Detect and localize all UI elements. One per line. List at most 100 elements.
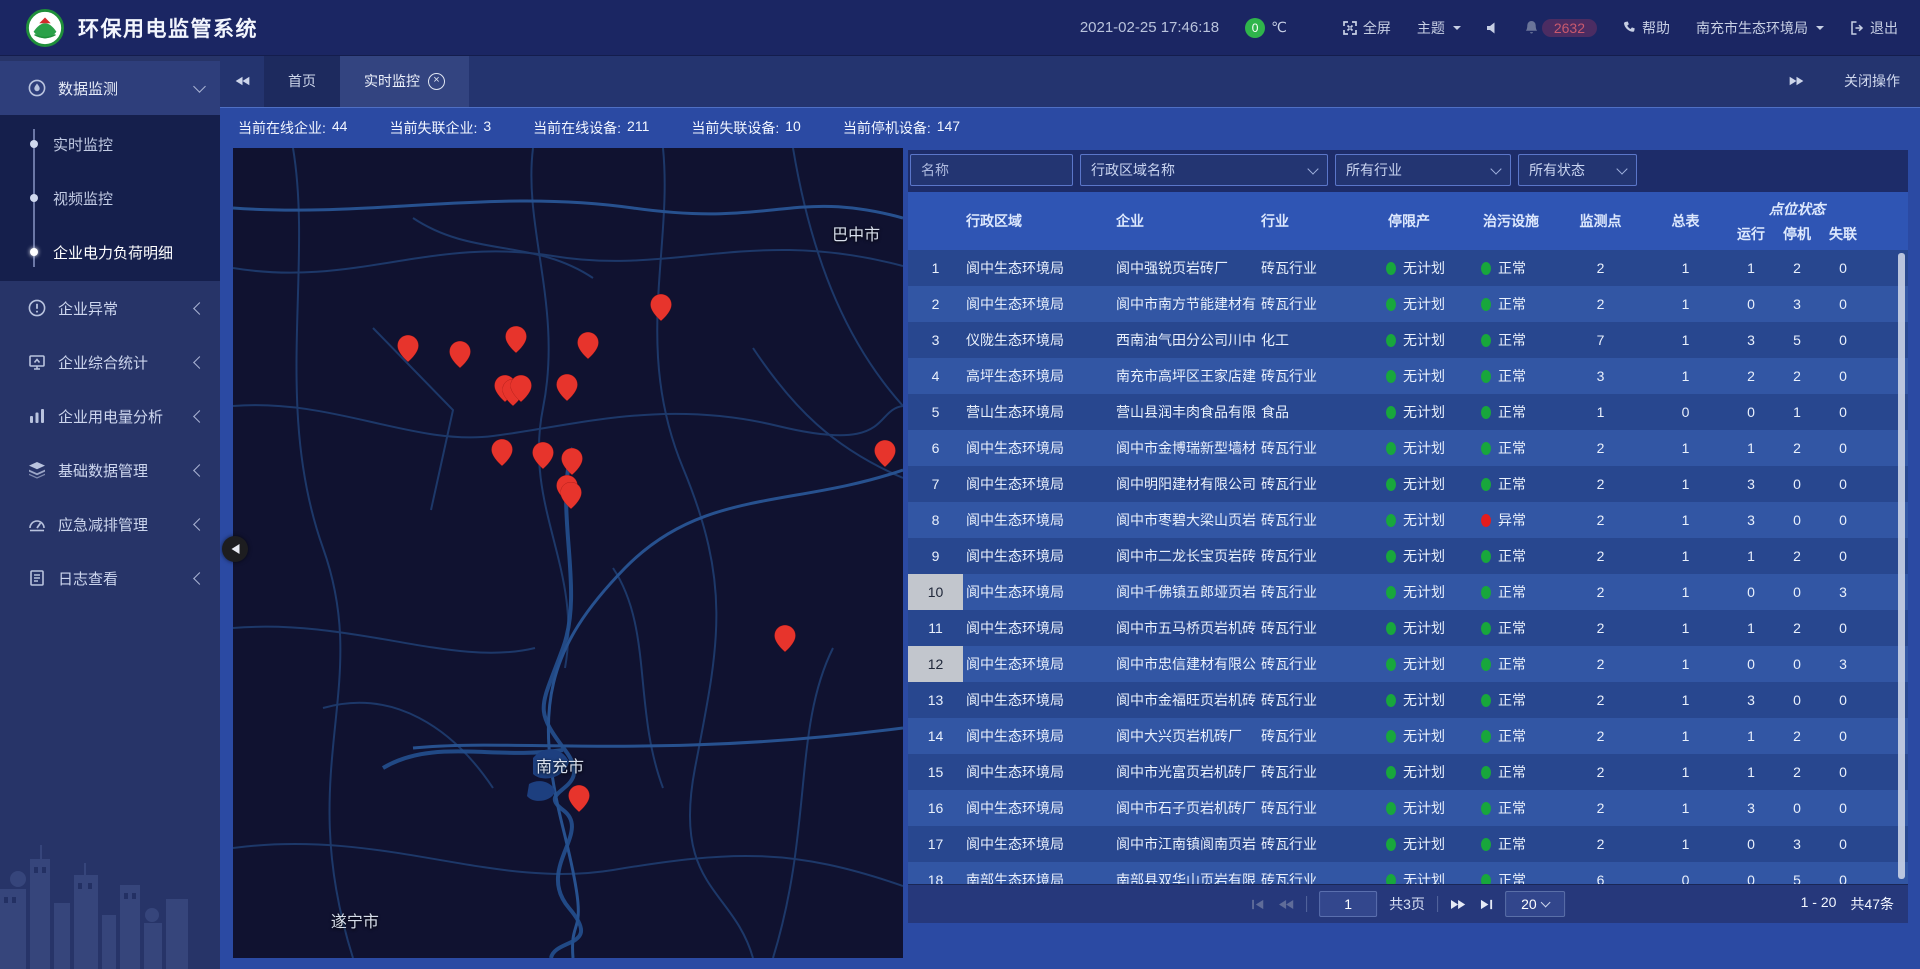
chevron-left-icon [193,410,206,423]
table-row[interactable]: 15阆中生态环境局阆中市光富页岩机砖厂砖瓦行业无计划正常21120 [908,754,1908,790]
org-dropdown[interactable]: 南充市生态环境局 [1696,18,1824,38]
cell-index: 9 [908,548,963,564]
cell-lost: 0 [1820,368,1866,384]
sidebar-subitem-power-load-detail[interactable]: 企业电力负荷明细 [0,225,220,279]
gauge-icon [28,79,46,97]
sidebar-item-label: 企业异常 [58,298,118,319]
sidebar-subitem-realtime-monitoring[interactable]: 实时监控 [0,117,220,171]
next-page-button[interactable] [1450,898,1466,911]
region-filter-select[interactable]: 行政区域名称 [1080,154,1328,186]
cell-region: 阆中生态环境局 [963,690,1113,710]
cell-index: 16 [908,800,963,816]
stat-value: 211 [627,118,649,138]
cell-halt: 0 [1774,692,1820,708]
map-pin-icon[interactable] [491,439,512,466]
map-pin-icon[interactable] [560,482,581,509]
map-pin-icon[interactable] [557,374,578,401]
collapse-map-button[interactable] [222,536,248,562]
prev-page-button[interactable] [1278,898,1294,911]
map-pin-icon[interactable] [874,440,895,467]
table-row[interactable]: 13阆中生态环境局阆中市金福旺页岩机砖砖瓦行业无计划正常21300 [908,682,1908,718]
industry-filter-select[interactable]: 所有行业 [1335,154,1511,186]
table-row[interactable]: 8阆中生态环境局阆中市枣碧大梁山页岩砖瓦行业无计划异常21300 [908,502,1908,538]
sidebar-item-emergency-reduction[interactable]: 应急减排管理 [0,497,220,551]
map-pin-icon[interactable] [775,625,796,652]
double-left-arrow-icon [234,75,251,87]
close-operations-button[interactable]: 关闭操作 [1844,71,1900,91]
map-pin-icon[interactable] [651,294,672,321]
table-row[interactable]: 6阆中生态环境局阆中市金博瑞新型墙材砖瓦行业无计划正常21120 [908,430,1908,466]
theme-dropdown[interactable]: 主题 [1417,18,1461,38]
table-row[interactable]: 7阆中生态环境局阆中明阳建材有限公司砖瓦行业无计划正常21300 [908,466,1908,502]
table-row[interactable]: 16阆中生态环境局阆中市石子页岩机砖厂砖瓦行业无计划正常21300 [908,790,1908,826]
cell-lost: 0 [1820,836,1866,852]
map-pin-icon[interactable] [533,442,554,469]
cell-total-meter: 1 [1643,368,1728,384]
table-row[interactable]: 4高坪生态环境局南充市高坪区王家店建砖瓦行业无计划正常31220 [908,358,1908,394]
tab-home[interactable]: 首页 [264,55,340,107]
table-row[interactable]: 12阆中生态环境局阆中市忠信建材有限公砖瓦行业无计划正常21003 [908,646,1908,682]
notifications-button[interactable]: 2632 [1525,19,1597,37]
table-row[interactable]: 9阆中生态环境局阆中市二龙长宝页岩砖砖瓦行业无计划正常21120 [908,538,1908,574]
close-tab-icon[interactable]: × [428,73,445,90]
page-size-select[interactable]: 20 [1505,891,1565,917]
sidebar-item-power-analysis[interactable]: 企业用电量分析 [0,389,220,443]
table-row[interactable]: 14阆中生态环境局阆中大兴页岩机砖厂砖瓦行业无计划正常21120 [908,718,1908,754]
table-row[interactable]: 18南部生态环境局南部县双华山页岩有限砖瓦行业无计划正常60050 [908,862,1908,884]
cell-enterprise: 阆中市忠信建材有限公 [1113,654,1258,674]
table-row[interactable]: 5营山生态环境局营山县润丰肉食品有限食品无计划正常10010 [908,394,1908,430]
map-pin-icon[interactable] [450,341,471,368]
map-pin-icon[interactable] [397,335,418,362]
first-page-button[interactable] [1251,898,1266,911]
status-dot-icon [1481,658,1491,671]
fullscreen-button[interactable]: 全屏 [1343,18,1391,38]
cell-halt: 0 [1774,584,1820,600]
timeline-dot [30,194,38,202]
sidebar-item-log-view[interactable]: 日志查看 [0,551,220,605]
stat-label: 当前在线设备: [533,118,621,138]
table-row[interactable]: 17阆中生态环境局阆中市江南镇阆南页岩砖瓦行业无计划正常21030 [908,826,1908,862]
logout-button[interactable]: 退出 [1850,18,1898,38]
tabs-scroll-right-button[interactable] [1774,75,1818,87]
sidebar-subitem-video-monitoring[interactable]: 视频监控 [0,171,220,225]
page-number-input[interactable]: 1 [1319,891,1377,917]
status-filter-select[interactable]: 所有状态 [1518,154,1637,186]
tab-realtime-monitoring[interactable]: 实时监控 × [340,55,469,107]
map-pin-icon[interactable] [505,326,526,353]
sidebar-item-data-monitoring[interactable]: 数据监测 [0,61,220,115]
cell-index: 7 [908,476,963,492]
table-row[interactable]: 10阆中生态环境局阆中千佛镇五郎垭页岩砖瓦行业无计划正常21003 [908,574,1908,610]
cell-total-meter: 1 [1643,728,1728,744]
cell-stop-plan: 无计划 [1378,582,1473,602]
map-pin-icon[interactable] [578,332,599,359]
cell-industry: 砖瓦行业 [1258,834,1378,854]
board-icon [28,353,46,371]
sidebar-item-base-data[interactable]: 基础数据管理 [0,443,220,497]
sidebar-item-label: 数据监测 [58,78,118,99]
table-row[interactable]: 1阆中生态环境局阆中强锐页岩砖厂砖瓦行业无计划正常21120 [908,250,1908,286]
cell-monitor-points: 2 [1558,764,1643,780]
table-row[interactable]: 2阆中生态环境局阆中市南方节能建材有砖瓦行业无计划正常21030 [908,286,1908,322]
header-halt: 停机 [1774,224,1820,244]
map-pin-icon[interactable] [568,785,589,812]
cell-stop-plan: 无计划 [1378,546,1473,566]
map-panel[interactable]: 巴中市南充市遂宁市 [233,148,903,958]
status-dot-icon [1481,370,1491,383]
mute-speaker-button[interactable] [1487,22,1499,34]
sidebar-item-enterprise-statistics[interactable]: 企业综合统计 [0,335,220,389]
sidebar-item-enterprise-abnormal[interactable]: 企业异常 [0,281,220,335]
name-filter-input[interactable] [910,154,1073,186]
last-page-button[interactable] [1478,898,1493,911]
table-row[interactable]: 3仪陇生态环境局西南油气田分公司川中化工无计划正常71350 [908,322,1908,358]
stat-item: 当前停机设备:147 [843,118,960,138]
table-scrollbar[interactable] [1898,253,1905,879]
tabs-scroll-left-button[interactable] [220,55,264,107]
map-pin-icon[interactable] [562,448,583,475]
cell-region: 阆中生态环境局 [963,798,1113,818]
help-button[interactable]: 帮助 [1623,18,1670,38]
status-dot-icon [1386,298,1396,311]
map-pin-icon[interactable] [511,375,532,402]
cell-enterprise: 阆中大兴页岩机砖厂 [1113,726,1258,746]
cell-monitor-points: 2 [1558,692,1643,708]
table-row[interactable]: 11阆中生态环境局阆中市五马桥页岩机砖砖瓦行业无计划正常21120 [908,610,1908,646]
